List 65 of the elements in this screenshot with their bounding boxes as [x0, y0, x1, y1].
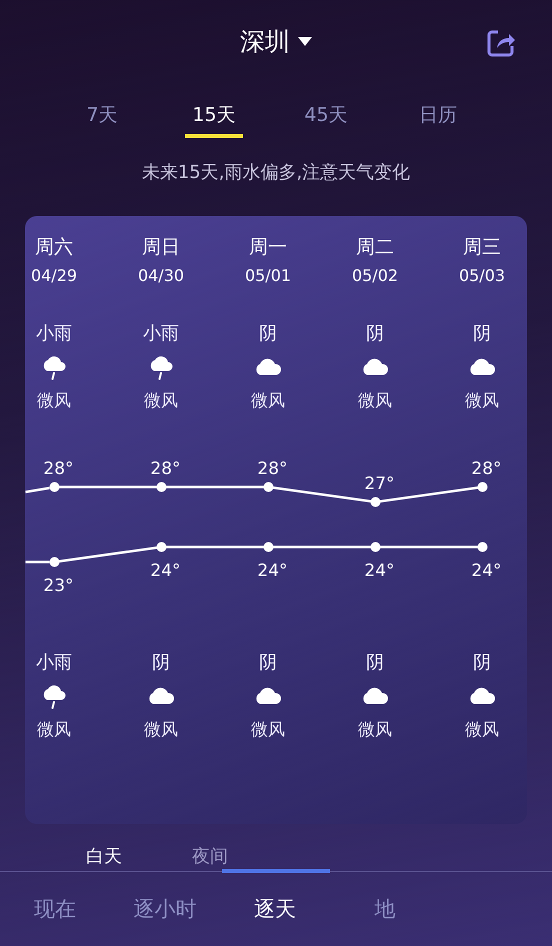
temperature-label: 24°: [150, 561, 180, 581]
date-label: 04/30: [138, 266, 184, 285]
dropdown-caret-icon: [298, 37, 312, 46]
date-label: 05/01: [244, 266, 292, 285]
condition-label: 阴: [152, 651, 170, 674]
weekday-label: 周一: [248, 235, 287, 260]
wind-label: 微风: [250, 390, 285, 412]
condition-label: 阴: [366, 322, 384, 345]
condition-label: 小雨: [36, 651, 72, 674]
temperature-point: [263, 482, 273, 492]
temperature-label: 24°: [470, 561, 502, 581]
temperature-point: [156, 482, 166, 492]
wind-label: 微风: [358, 390, 392, 412]
nav-tab[interactable]: 逐天: [250, 887, 300, 931]
city-selector[interactable]: 深圳: [234, 24, 318, 59]
offscreen-line-segment: [25, 486, 50, 494]
temperature-label: 28°: [150, 459, 180, 479]
temperature-label: 27°: [364, 474, 394, 494]
temperature-label: 28°: [470, 459, 502, 479]
temperature-label: 24°: [256, 561, 288, 581]
period-tab[interactable]: 夜间: [192, 844, 228, 871]
condition-label: 小雨: [36, 322, 72, 345]
weekday-label: 周二: [356, 235, 394, 260]
wind-label: 微风: [36, 390, 71, 412]
period-tab[interactable]: 白天: [86, 844, 122, 871]
date-label: 05/02: [352, 266, 398, 285]
temperature-label: 24°: [364, 561, 394, 581]
condition-label: 阴: [473, 651, 491, 674]
temperature-point: [156, 542, 166, 552]
wind-label: 微风: [464, 390, 499, 412]
date-label: 04/29: [30, 266, 78, 285]
condition-label: 阴: [258, 322, 277, 345]
condition-label: 小雨: [142, 322, 179, 345]
temperature-label: 28°: [42, 459, 74, 479]
weekday-label: 周日: [142, 235, 180, 260]
condition-label: 阴: [472, 322, 491, 345]
temperature-point: [477, 482, 487, 492]
wind-label: 微风: [358, 719, 392, 741]
nav-tab[interactable]: 现在: [30, 887, 80, 931]
condition-label: 阴: [259, 651, 277, 674]
wind-label: 微风: [251, 719, 285, 741]
temperature-point: [477, 542, 487, 552]
nav-tab[interactable]: 地: [370, 887, 400, 931]
range-tab[interactable]: 7天: [73, 86, 131, 142]
temperature-label: 28°: [256, 459, 288, 479]
wind-label: 微风: [37, 719, 71, 741]
range-tab[interactable]: 45天: [297, 86, 355, 142]
range-tab[interactable]: 日历: [409, 86, 467, 142]
temperature-point: [370, 542, 380, 552]
share-icon[interactable]: [486, 28, 516, 58]
wind-label: 微风: [465, 719, 499, 741]
forecast-notice: 未来15天,雨水偏多,注意天气变化: [140, 161, 412, 184]
temperature-point: [263, 542, 273, 552]
date-label: 05/03: [458, 266, 506, 285]
temperature-point: [49, 482, 59, 492]
wind-label: 微风: [144, 390, 178, 412]
temperature-label: 23°: [42, 576, 74, 596]
offscreen-line-segment: [25, 560, 49, 564]
temperature-point: [49, 557, 59, 567]
weekday-label: 周三: [462, 235, 501, 260]
weekday-label: 周六: [34, 235, 73, 260]
nav-tab[interactable]: 逐小时: [130, 887, 200, 931]
temperature-point: [370, 497, 380, 507]
wind-label: 微风: [144, 719, 178, 741]
condition-label: 阴: [366, 651, 384, 674]
